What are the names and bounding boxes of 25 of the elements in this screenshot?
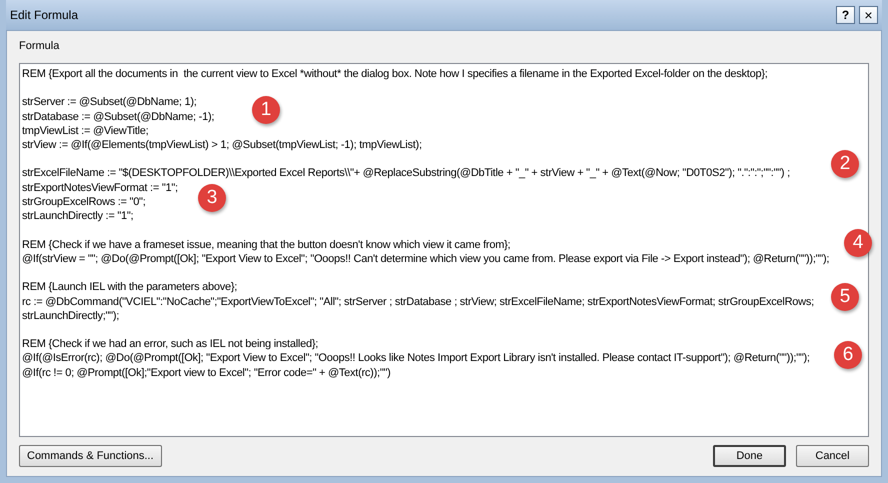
done-button[interactable]: Done [713,445,786,467]
formula-label: Formula [19,39,60,53]
window-title: Edit Formula [10,7,78,24]
code-line: @If(@IsError(rc); @Do(@Prompt([Ok]; "Export View to Excel"; "Ooops!! Looks like Notes Import Export Library isn't installed. Please contact IT-support"); @Return(""));""); [22,351,810,366]
help-button[interactable]: ? [836,6,855,24]
code-line: @If(strView = ""; @Do(@Prompt([Ok]; "Export View to Excel"; "Ooops!! Can't determine which view you came from. Please export via File -> Export instead"); @Return(""));""); [22,252,830,266]
code-line: @If(rc != 0; @Prompt([Ok];"Export view to Excel"; "Error code=" + @Text(rc));"") [22,366,391,380]
code-line: strLaunchDirectly;""); [22,308,120,324]
code-line: strServer := @Subset(@DbName; 1); [22,95,197,110]
code-line: strDatabase := @Subset(@DbName; -1); [22,110,214,124]
close-button[interactable]: × [859,6,878,24]
code-line: REM {Check if we had an error, such as IEL not being installed}; [22,337,318,352]
code-line: REM {Launch IEL with the parameters above}; [22,280,238,295]
code-line: strGroupExcelRows := "0"; [22,195,146,210]
commands-functions-button[interactable]: Commands & Functions... [19,445,162,467]
cancel-button[interactable]: Cancel [796,445,869,467]
code-line: tmpViewList := @ViewTitle; [22,124,148,138]
code-line: REM {Export all the documents in the current view to Excel *without* the dialog box. Note how I specifies a filename in the Exported Excel-folder on the desktop}; [22,67,768,82]
code-line: strExportNotesViewFormat := "1"; [22,180,178,196]
code-line: strExcelFileName := "$(DESKTOPFOLDER)\\Exported Excel Reports\\"+ @ReplaceSubstring(@DbTitle + "_" + strView + "_" + @Text(@Now; "D0T0S2"); ".":":";"":"") ; [22,166,790,181]
formula-editor[interactable] [19,63,869,437]
code-line: strView := @If(@Elements(tmpViewList) > 1; @Subset(tmpViewList; -1); tmpViewList); [22,138,422,152]
code-line: REM {Check if we have a frameset issue, meaning that the button doesn't know which view it came from}; [22,238,510,252]
code-line: strLaunchDirectly := "1"; [22,209,134,224]
code-line: rc := @DbCommand("VCIEL":"NoCache";"ExportViewToExcel"; "All"; strServer ; strDatabase ; strView; strExcelFileName; strExportNotesViewFormat; strGroupExcelRows; [22,294,814,309]
